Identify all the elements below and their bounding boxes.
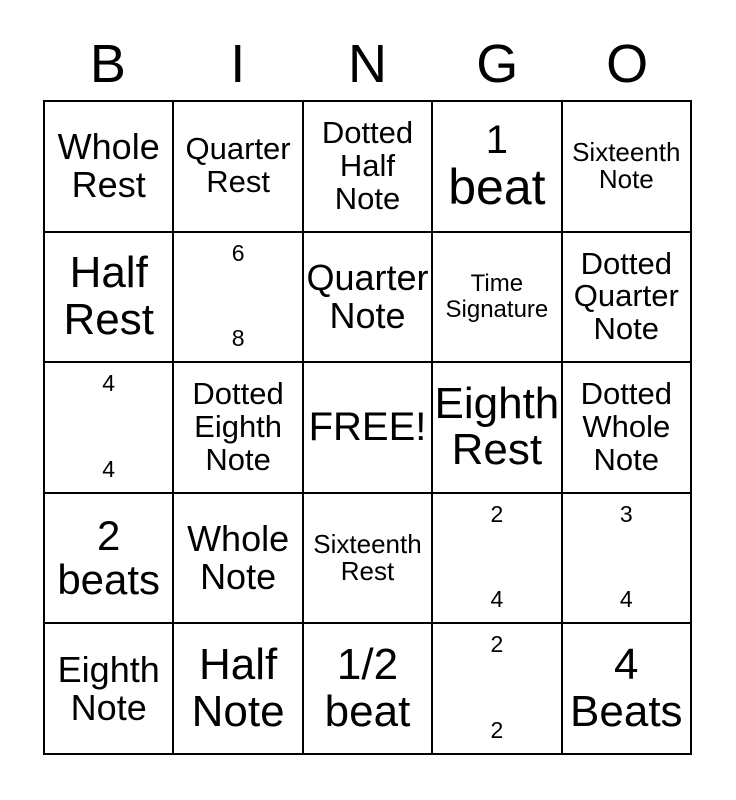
- header-letter-n: N: [347, 34, 387, 94]
- cell-text-b4: 2 beats: [57, 511, 161, 604]
- bingo-cell-o4[interactable]: 3 4: [562, 493, 692, 625]
- bingo-cell-n5[interactable]: 1/2 beat: [303, 624, 434, 755]
- cell-text-o1: Sixteenth Note: [572, 136, 681, 195]
- cell-text-g2: Time Signature: [445, 270, 549, 323]
- bingo-cell-o1[interactable]: Sixteenth Note: [562, 102, 692, 233]
- cell-text-o3: Dotted Whole Note: [580, 376, 672, 477]
- cell-text-free: FREE!: [308, 405, 427, 450]
- cell-timesig-i2: 6 8: [174, 233, 301, 362]
- timesig-numerator: 2: [490, 631, 504, 658]
- cell-text-i3: Dotted Eighth Note: [192, 376, 284, 477]
- bingo-cell-o3[interactable]: Dotted Whole Note: [562, 363, 692, 494]
- bingo-cell-i2[interactable]: 6 8: [174, 232, 304, 364]
- cell-text-g3: Eighth Rest: [434, 378, 560, 475]
- cell-text-b5: Eighth Note: [57, 648, 160, 728]
- cell-text-b1: Whole Rest: [57, 126, 160, 206]
- bingo-cell-n1[interactable]: Dotted Half Note: [303, 102, 434, 233]
- timesig-denominator: 4: [490, 586, 504, 613]
- bingo-cell-i1[interactable]: Quarter Rest: [174, 102, 304, 233]
- timesig-numerator: 2: [490, 500, 504, 527]
- cell-timesig-g4: 2 4: [433, 494, 560, 623]
- timesig-denominator: 4: [619, 586, 633, 613]
- header-letter-o: O: [606, 34, 649, 94]
- cell-text-n4: Sixteenth Rest: [313, 528, 422, 587]
- timesig-denominator: 2: [490, 717, 504, 743]
- bingo-header: B I N G O: [43, 30, 692, 98]
- bingo-cell-b5[interactable]: Eighth Note: [45, 624, 175, 755]
- bingo-cell-i5[interactable]: Half Note: [174, 624, 304, 755]
- bingo-cell-g2[interactable]: Time Signature: [433, 232, 563, 364]
- timesig-denominator: 4: [102, 455, 116, 482]
- cell-text-o2: Dotted Quarter Note: [573, 245, 679, 347]
- bingo-grid: Whole Rest Quarter Rest Dotted Half Note…: [43, 100, 692, 755]
- cell-text-o5: 4 Beats: [570, 640, 683, 736]
- cell-text-g1: 1 beat: [448, 117, 546, 215]
- timesig-denominator: 8: [231, 325, 245, 352]
- timesig-numerator: 6: [231, 239, 245, 266]
- bingo-cell-b4[interactable]: 2 beats: [45, 493, 175, 625]
- bingo-cell-n2[interactable]: Quarter Note: [303, 232, 434, 364]
- header-letter-b: B: [89, 34, 126, 94]
- bingo-cell-o2[interactable]: Dotted Quarter Note: [562, 232, 692, 364]
- bingo-card: B I N G O Whole Rest Quarter Rest Dotted…: [0, 0, 736, 800]
- cell-text-b2: Half Rest: [63, 248, 154, 344]
- bingo-cell-g5[interactable]: 2 2: [433, 624, 563, 755]
- bingo-cell-o5[interactable]: 4 Beats: [562, 624, 692, 755]
- cell-text-i5: Half Note: [191, 640, 285, 736]
- timesig-numerator: 4: [102, 370, 116, 397]
- cell-timesig-o4: 3 4: [563, 494, 690, 623]
- cell-text-i1: Quarter Rest: [185, 131, 291, 200]
- cell-timesig-g5: 2 2: [433, 624, 560, 753]
- bingo-cell-b2[interactable]: Half Rest: [45, 232, 175, 364]
- bingo-cell-b1[interactable]: Whole Rest: [45, 102, 175, 233]
- bingo-cell-i3[interactable]: Dotted Eighth Note: [174, 363, 304, 494]
- bingo-cell-i4[interactable]: Whole Note: [174, 493, 304, 625]
- header-letter-g: G: [476, 34, 519, 94]
- bingo-cell-free[interactable]: FREE!: [303, 363, 434, 494]
- cell-text-n5: 1/2 beat: [324, 640, 411, 736]
- cell-text-i4: Whole Note: [187, 517, 290, 598]
- bingo-cell-g4[interactable]: 2 4: [433, 493, 563, 625]
- timesig-numerator: 3: [619, 500, 633, 527]
- bingo-cell-b3[interactable]: 4 4: [45, 363, 175, 494]
- bingo-cell-g1[interactable]: 1 beat: [433, 102, 563, 233]
- cell-text-n2: Quarter Note: [306, 256, 429, 336]
- bingo-cell-g3[interactable]: Eighth Rest: [433, 363, 563, 494]
- bingo-cell-n4[interactable]: Sixteenth Rest: [303, 493, 434, 625]
- header-letter-i: I: [230, 34, 246, 94]
- cell-timesig-b3: 4 4: [45, 363, 172, 492]
- cell-text-n1: Dotted Half Note: [321, 115, 414, 216]
